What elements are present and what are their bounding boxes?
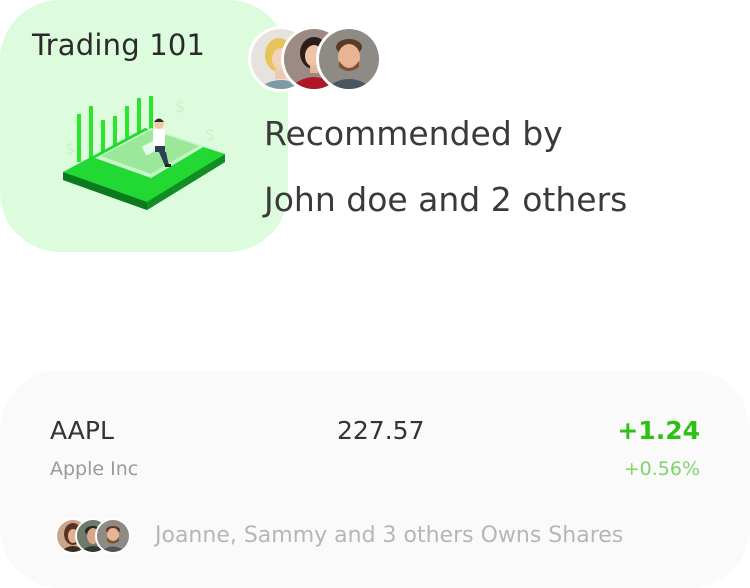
- stock-card[interactable]: AAPL Apple Inc 227.57 +1.24 +0.56% Joann…: [0, 370, 750, 588]
- company-name: Apple Inc: [50, 458, 139, 480]
- money-stack-illustration: $ $ $: [63, 96, 225, 210]
- man-beard-avatar: [95, 518, 131, 554]
- recommended-by-label: Recommended by: [264, 114, 563, 153]
- owners-text[interactable]: Joanne, Sammy and 3 others Owns Shares: [155, 523, 623, 548]
- price-change: +1.24: [617, 416, 700, 445]
- stock-ticker: AAPL: [50, 416, 114, 445]
- price-change-percent: +0.56%: [623, 458, 700, 480]
- stock-price: 227.57: [337, 416, 425, 445]
- man-beard-avatar: [316, 26, 382, 92]
- course-title: Trading 101: [32, 28, 206, 62]
- recommenders-text[interactable]: John doe and 2 others: [264, 180, 627, 219]
- owner-avatars[interactable]: [55, 518, 135, 556]
- svg-text:$: $: [205, 125, 215, 144]
- svg-text:$: $: [175, 97, 185, 116]
- svg-text:$: $: [65, 139, 75, 158]
- course-card[interactable]: Trading 101 $ $ $: [0, 0, 382, 252]
